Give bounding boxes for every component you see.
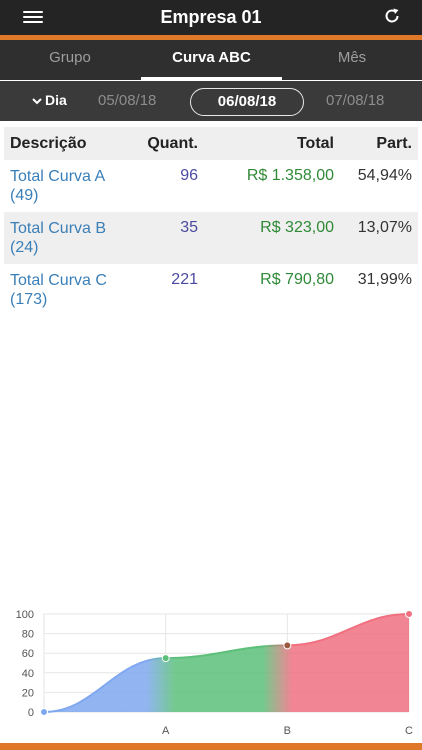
- header-total: Total: [296, 135, 334, 152]
- y-tick-label: 100: [16, 609, 34, 621]
- abc-curve-chart: 0 20 40 60 80 100 A B C: [0, 602, 422, 742]
- x-tick-label: C: [405, 725, 413, 737]
- row-quant: 35: [180, 219, 198, 236]
- date-selector: Dia 05/08/18 06/08/18 07/08/18: [0, 81, 422, 121]
- current-date[interactable]: 06/08/18: [190, 88, 304, 116]
- table-row[interactable]: Total Curva A (49) 96 R$ 1.358,00 54,94%: [4, 160, 418, 212]
- tab-curva-abc[interactable]: Curva ABC: [141, 40, 282, 80]
- data-point: [405, 610, 413, 618]
- y-tick-label: 40: [22, 668, 34, 680]
- row-part: 54,94%: [357, 167, 412, 184]
- next-date[interactable]: 07/08/18: [326, 92, 384, 109]
- y-tick-label: 80: [22, 629, 34, 641]
- row-descricao: Total Curva A (49): [10, 168, 105, 204]
- row-descricao: Total Curva C (173): [10, 272, 107, 308]
- x-tick-label: B: [284, 725, 291, 737]
- page-title: Empresa 01: [160, 7, 262, 27]
- row-quant: 221: [171, 271, 198, 288]
- table-row[interactable]: Total Curva C (173) 221 R$ 790,80 31,99%: [4, 264, 418, 316]
- curve-area: [44, 614, 409, 712]
- period-label: Dia: [45, 92, 67, 108]
- row-quant: 96: [180, 167, 198, 184]
- curve-table: Descrição Quant. Total Part. Total Curva…: [4, 127, 418, 316]
- table-header: Descrição Quant. Total Part.: [4, 127, 418, 160]
- row-part: 13,07%: [357, 219, 412, 236]
- tab-mes[interactable]: Mês: [282, 40, 422, 80]
- period-dropdown[interactable]: Dia: [32, 92, 67, 108]
- data-point: [40, 708, 48, 716]
- chevron-down-icon: [32, 92, 42, 108]
- row-total: R$ 790,80: [260, 271, 334, 288]
- prev-date[interactable]: 05/08/18: [98, 92, 156, 109]
- data-point: [283, 641, 292, 650]
- tab-bar: Grupo Curva ABC Mês: [0, 40, 422, 80]
- footer-accent-bar: [0, 743, 422, 750]
- row-part: 31,99%: [357, 271, 412, 288]
- y-tick-label: 60: [22, 648, 34, 660]
- x-tick-label: A: [162, 725, 170, 737]
- header-descricao: Descrição: [10, 135, 87, 152]
- header-part: Part.: [376, 135, 412, 152]
- data-point: [161, 654, 170, 663]
- refresh-icon[interactable]: [382, 6, 402, 26]
- table-row[interactable]: Total Curva B (24) 35 R$ 323,00 13,07%: [4, 212, 418, 264]
- row-total: R$ 323,00: [260, 219, 334, 236]
- y-tick-label: 20: [22, 687, 34, 699]
- y-tick-label: 0: [28, 707, 34, 719]
- row-descricao: Total Curva B (24): [10, 220, 107, 256]
- row-total: R$ 1.358,00: [246, 167, 334, 184]
- tab-grupo[interactable]: Grupo: [0, 40, 140, 80]
- app-header: Empresa 01: [0, 0, 422, 35]
- header-quant: Quant.: [147, 135, 198, 152]
